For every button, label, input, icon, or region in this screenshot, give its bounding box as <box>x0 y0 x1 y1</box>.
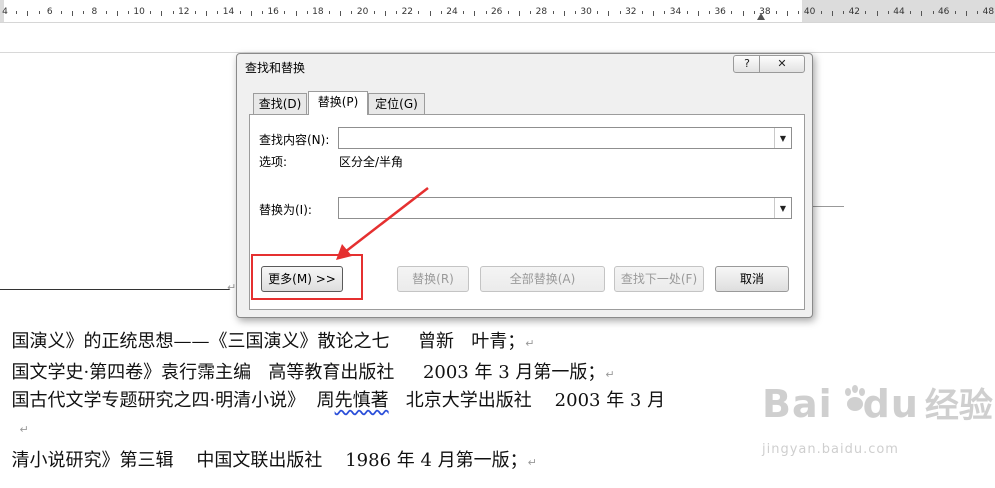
tab-replace[interactable]: 替换(P) <box>308 91 368 115</box>
annotation-arrow <box>336 187 429 260</box>
